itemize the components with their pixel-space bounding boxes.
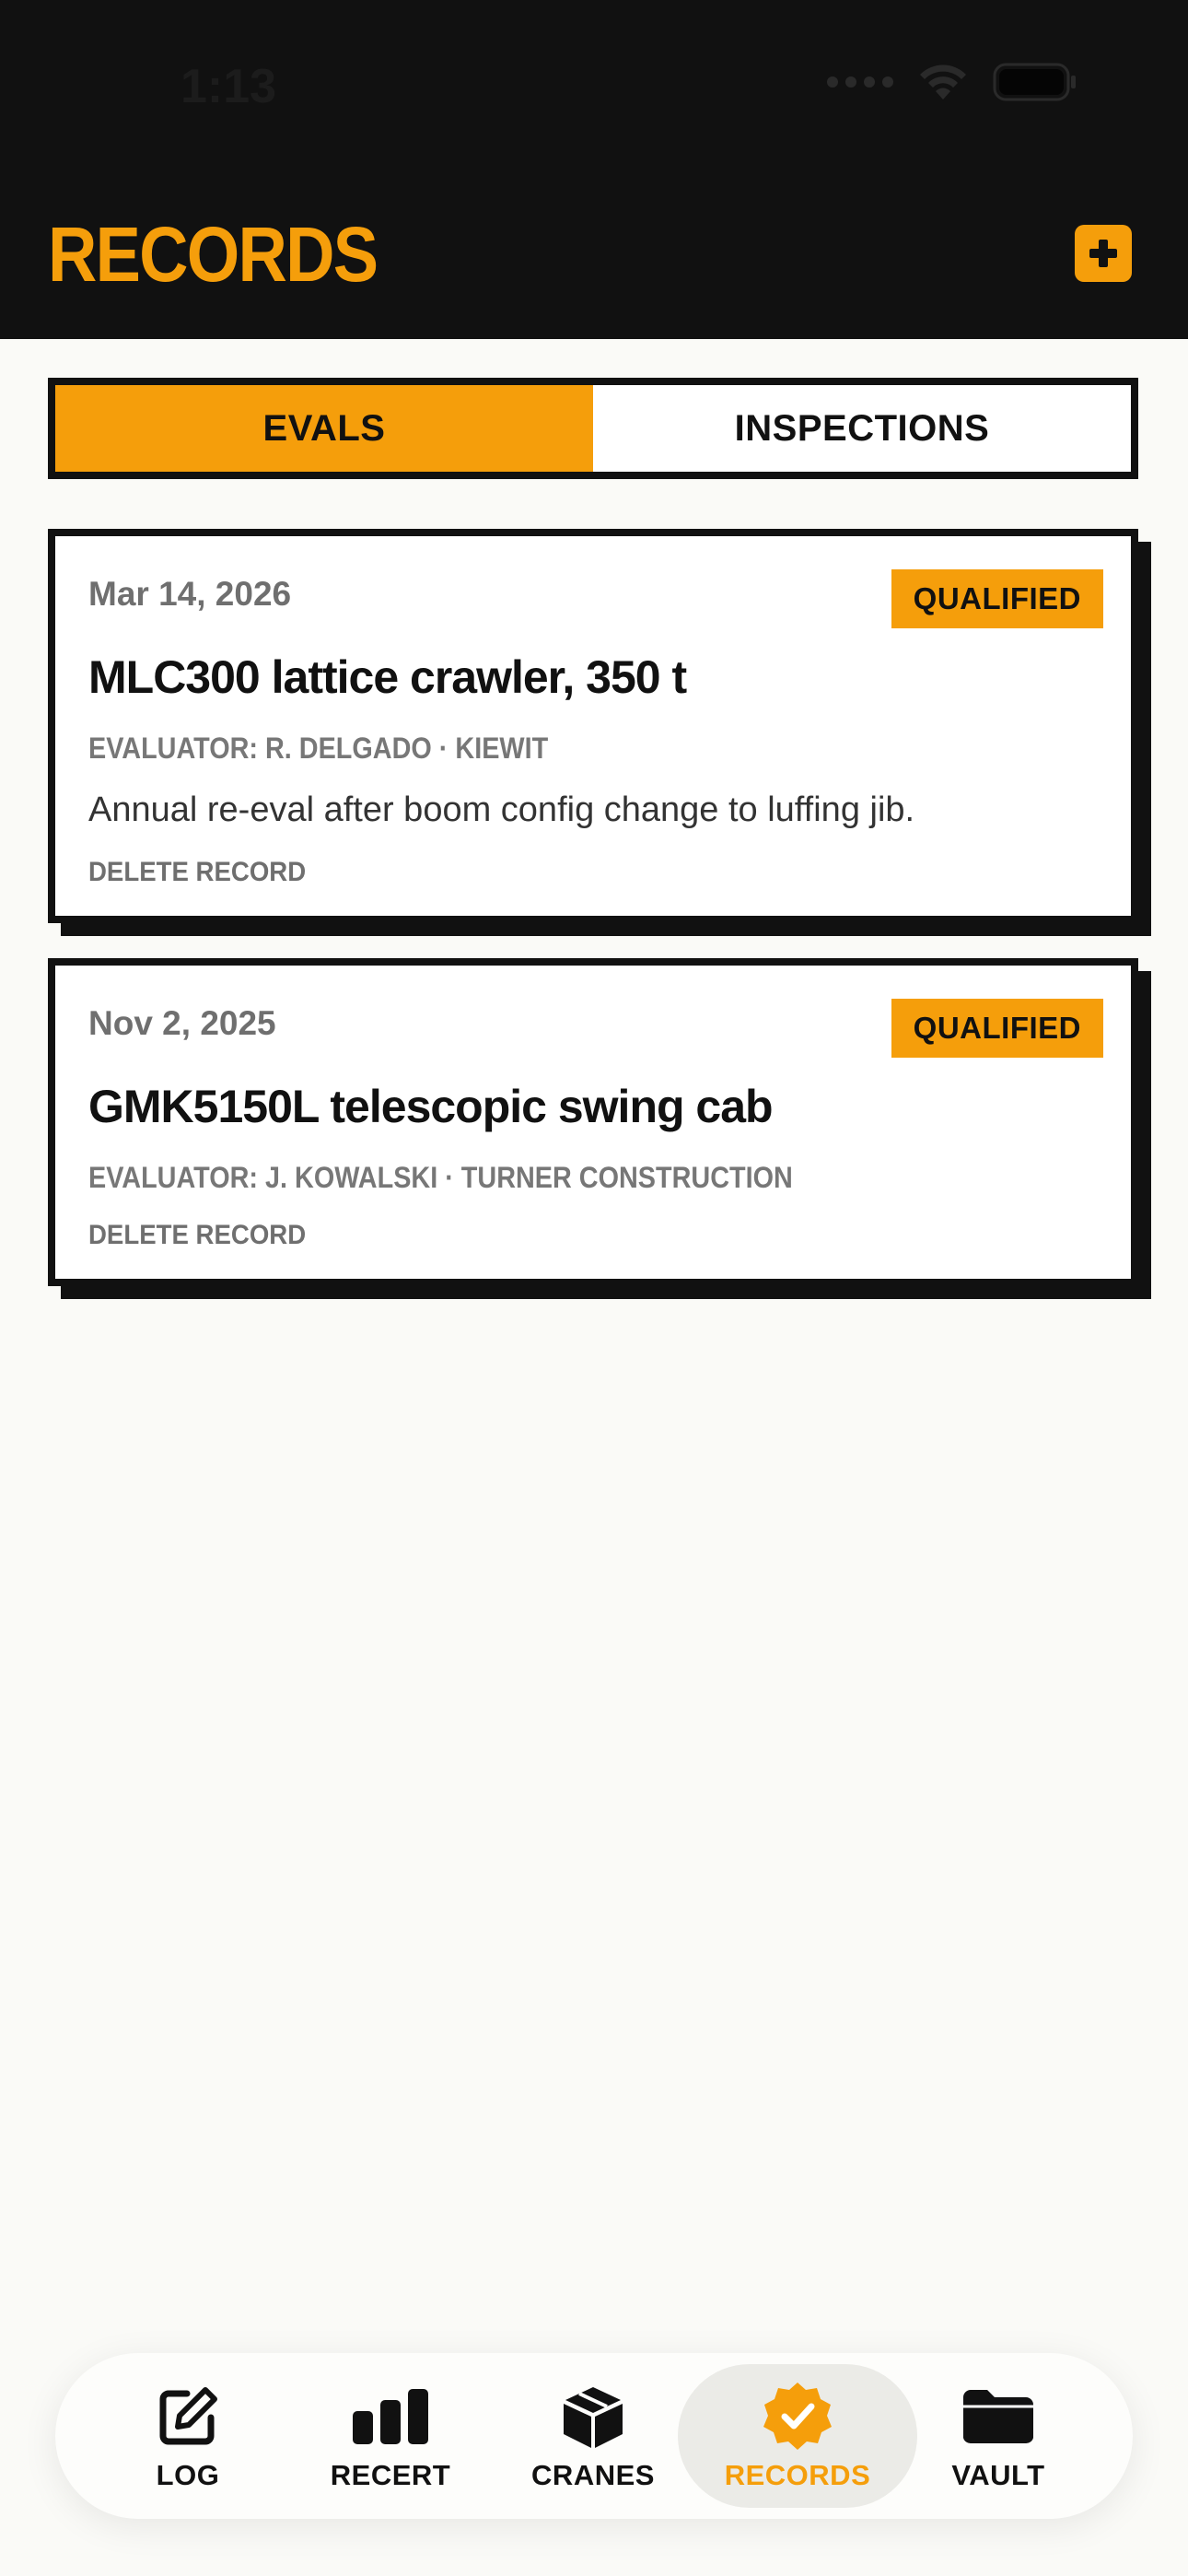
status-icons: [827, 63, 1077, 101]
app-header: 1:13 RECORDS: [0, 0, 1188, 339]
record-evaluator: EVALUATOR: R. DELGADO · KIEWIT: [88, 732, 549, 765]
bar-chart-icon: [351, 2380, 430, 2453]
edit-icon: [156, 2380, 220, 2453]
tab-log[interactable]: LOG: [87, 2364, 289, 2508]
record-date: Nov 2, 2025: [88, 1004, 276, 1042]
record-title: MLC300 lattice crawler, 350 t: [88, 651, 687, 703]
bottom-tab-bar: LOG RECERT CRANES RECORDS VAULT: [55, 2353, 1133, 2519]
cellular-signal-icon: [827, 76, 893, 88]
page-title: RECORDS: [48, 211, 379, 298]
record-card[interactable]: Nov 2, 2025 QUALIFIED GMK5150L telescopi…: [48, 958, 1138, 1286]
tab-vault[interactable]: VAULT: [897, 2364, 1100, 2508]
records-segmented-control: EVALS INSPECTIONS: [48, 378, 1138, 479]
record-card[interactable]: Mar 14, 2026 QUALIFIED MLC300 lattice cr…: [48, 529, 1138, 923]
record-evaluator: EVALUATOR: J. KOWALSKI · TURNER CONSTRUC…: [88, 1161, 793, 1194]
status-time: 1:13: [181, 60, 277, 113]
tab-records[interactable]: RECORDS: [678, 2364, 917, 2508]
box-icon: [560, 2380, 626, 2453]
status-badge: QUALIFIED: [891, 999, 1103, 1058]
record-date: Mar 14, 2026: [88, 575, 292, 613]
status-badge: QUALIFIED: [891, 569, 1103, 628]
record-note: Annual re-eval after boom config change …: [88, 790, 915, 829]
tab-evals[interactable]: EVALS: [55, 385, 593, 472]
delete-record-button[interactable]: DELETE RECORD: [88, 1220, 306, 1251]
record-title: GMK5150L telescopic swing cab: [88, 1081, 774, 1132]
wifi-icon: [920, 64, 966, 100]
tab-recert[interactable]: RECERT: [289, 2364, 492, 2508]
plus-icon: [1089, 240, 1117, 267]
tab-cranes[interactable]: CRANES: [492, 2364, 694, 2508]
delete-record-button[interactable]: DELETE RECORD: [88, 857, 306, 888]
tab-inspections[interactable]: INSPECTIONS: [593, 385, 1131, 472]
badge-check-icon: [761, 2380, 834, 2453]
add-record-button[interactable]: [1075, 225, 1132, 282]
folder-icon: [961, 2380, 1035, 2453]
battery-icon: [993, 63, 1076, 101]
